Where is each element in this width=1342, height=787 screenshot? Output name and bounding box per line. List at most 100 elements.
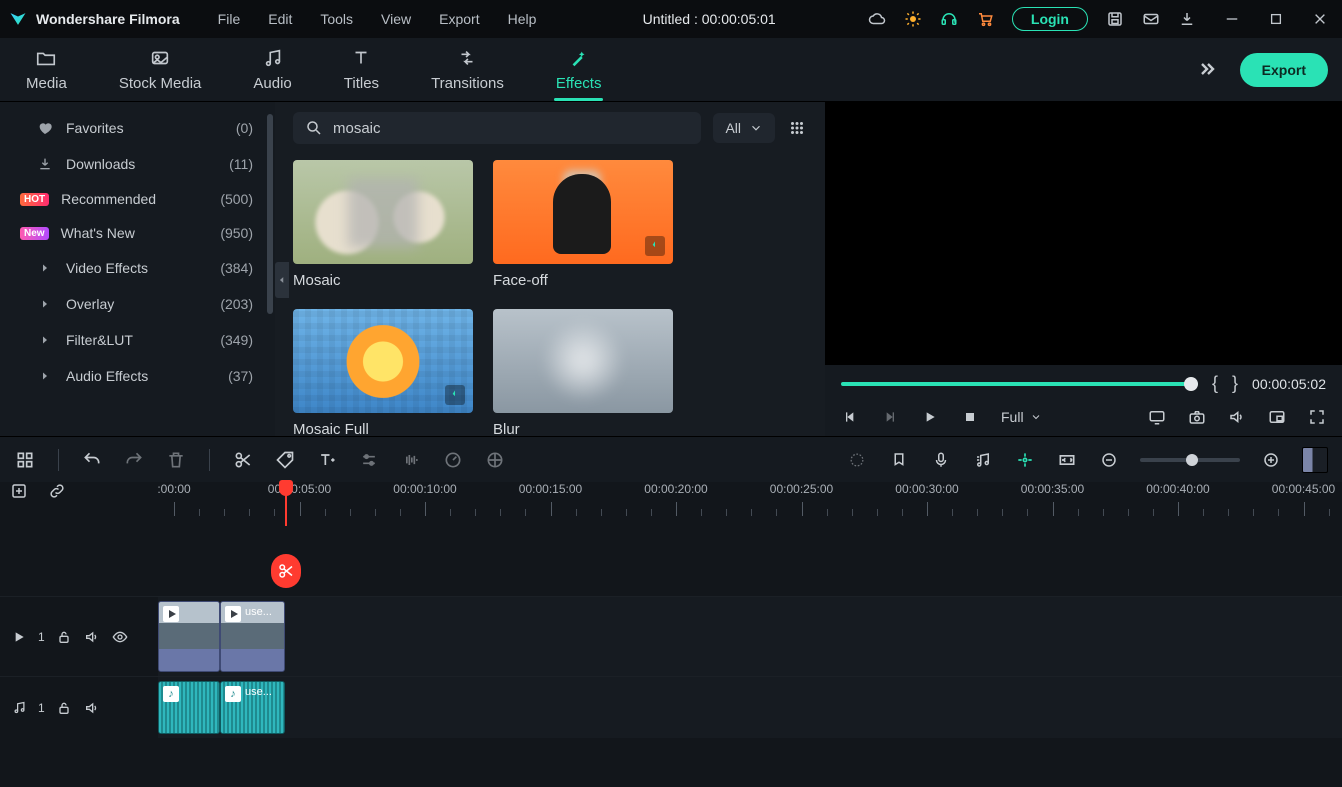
effect-card-mosaic-full[interactable]: Mosaic Full <box>293 309 473 436</box>
link-icon[interactable] <box>48 482 66 500</box>
fit-width-icon[interactable] <box>1056 449 1078 471</box>
zoom-knob[interactable] <box>1186 454 1198 466</box>
auto-reframe-icon[interactable] <box>1014 449 1036 471</box>
pip-icon[interactable] <box>1268 408 1286 426</box>
mail-icon[interactable] <box>1142 10 1160 28</box>
tab-transitions[interactable]: Transitions <box>405 38 530 101</box>
tab-audio[interactable]: Audio <box>227 38 317 101</box>
zoom-slider[interactable] <box>1140 458 1240 462</box>
video-track-body[interactable]: use... <box>158 597 1342 676</box>
undo-icon[interactable] <box>81 449 103 471</box>
zoom-in-icon[interactable] <box>1260 449 1282 471</box>
play-icon[interactable] <box>921 408 939 426</box>
layout-grid-icon[interactable] <box>14 449 36 471</box>
zoom-out-icon[interactable] <box>1098 449 1120 471</box>
effect-card-faceoff[interactable]: Face-off <box>493 160 673 289</box>
sidebar-item-overlay[interactable]: Overlay (203) <box>0 286 275 322</box>
menu-edit[interactable]: Edit <box>254 7 306 31</box>
export-button[interactable]: Export <box>1240 53 1328 87</box>
adjust-sliders-icon[interactable] <box>358 449 380 471</box>
volume-icon[interactable] <box>1228 408 1246 426</box>
cart-icon[interactable] <box>976 10 994 28</box>
scrub-knob[interactable] <box>1184 377 1198 391</box>
step-forward-icon[interactable] <box>881 408 899 426</box>
sidebar-item-favorites[interactable]: Favorites (0) <box>0 110 275 146</box>
split-bubble-icon[interactable] <box>271 554 301 588</box>
color-wheel-icon[interactable] <box>484 449 506 471</box>
filter-dropdown[interactable]: All <box>713 113 775 143</box>
window-maximize-icon[interactable] <box>1268 11 1284 27</box>
login-button[interactable]: Login <box>1012 7 1088 31</box>
tabs-more-icon[interactable] <box>1192 55 1222 85</box>
display-icon[interactable] <box>1148 408 1166 426</box>
audio-clip[interactable]: ♪ <box>158 681 220 734</box>
sidebar-item-filter-lut[interactable]: Filter&LUT (349) <box>0 322 275 358</box>
search-field[interactable] <box>293 112 701 144</box>
lock-icon[interactable] <box>55 628 73 646</box>
save-icon[interactable] <box>1106 10 1124 28</box>
support-headset-icon[interactable] <box>940 10 958 28</box>
preview-quality-dropdown[interactable]: Full <box>1001 409 1042 425</box>
speed-icon[interactable] <box>442 449 464 471</box>
redo-icon[interactable] <box>123 449 145 471</box>
tab-stock-media[interactable]: Stock Media <box>93 38 228 101</box>
sidebar-scrollbar[interactable] <box>267 114 273 314</box>
mark-in-icon[interactable]: { <box>1212 373 1218 394</box>
snapshot-camera-icon[interactable] <box>1188 408 1206 426</box>
visibility-eye-icon[interactable] <box>111 628 129 646</box>
download-badge-icon[interactable] <box>445 385 465 405</box>
sidebar-item-audio-effects[interactable]: Audio Effects (37) <box>0 358 275 394</box>
add-track-icon[interactable] <box>10 482 28 500</box>
tab-media[interactable]: Media <box>0 38 93 101</box>
sidebar-item-downloads[interactable]: Downloads (11) <box>0 146 275 182</box>
search-input[interactable] <box>333 120 689 137</box>
idea-icon[interactable] <box>904 10 922 28</box>
video-clip[interactable] <box>158 601 220 672</box>
menu-file[interactable]: File <box>204 7 255 31</box>
render-gear-icon[interactable] <box>846 449 868 471</box>
menu-export[interactable]: Export <box>425 7 493 31</box>
tag-icon[interactable] <box>274 449 296 471</box>
download-icon[interactable] <box>1178 10 1196 28</box>
marker-icon[interactable] <box>888 449 910 471</box>
audio-clip[interactable]: ♪use... <box>220 681 285 734</box>
menu-help[interactable]: Help <box>494 7 551 31</box>
window-close-icon[interactable] <box>1312 11 1328 27</box>
stop-icon[interactable] <box>961 408 979 426</box>
voiceover-mic-icon[interactable] <box>930 449 952 471</box>
mute-icon[interactable] <box>83 699 101 717</box>
scissors-icon[interactable] <box>232 449 254 471</box>
tab-titles[interactable]: Titles <box>318 38 405 101</box>
download-badge-icon[interactable] <box>645 236 665 256</box>
step-back-icon[interactable] <box>841 408 859 426</box>
menu-tools[interactable]: Tools <box>306 7 367 31</box>
tab-effects[interactable]: Effects <box>530 38 628 101</box>
preview-canvas[interactable] <box>825 102 1342 365</box>
time-ruler[interactable]: :00:0000:00:05:0000:00:10:0000:00:15:000… <box>158 482 1342 526</box>
ruler-tick <box>425 502 426 516</box>
view-grid-icon[interactable] <box>787 118 807 138</box>
add-text-icon[interactable] <box>316 449 338 471</box>
sidebar-item-count: (950) <box>220 225 253 241</box>
effect-card-blur[interactable]: Blur <box>493 309 673 436</box>
cloud-icon[interactable] <box>868 10 886 28</box>
menu-view[interactable]: View <box>367 7 425 31</box>
fullscreen-icon[interactable] <box>1308 408 1326 426</box>
mark-out-icon[interactable]: } <box>1232 373 1238 394</box>
panel-collapse-handle[interactable] <box>275 262 289 298</box>
video-clip[interactable]: use... <box>220 601 285 672</box>
audio-track-body[interactable]: ♪♪use... <box>158 677 1342 738</box>
window-minimize-icon[interactable] <box>1224 11 1240 27</box>
timeline-minimap[interactable] <box>1302 447 1328 473</box>
mute-icon[interactable] <box>83 628 101 646</box>
sidebar-item-recommended[interactable]: HOTRecommended (500) <box>0 182 275 216</box>
sidebar-item-video-effects[interactable]: Video Effects (384) <box>0 250 275 286</box>
effect-card-mosaic[interactable]: Mosaic <box>293 160 473 289</box>
playhead[interactable] <box>285 482 287 526</box>
sidebar-item-whats-new[interactable]: NewWhat's New (950) <box>0 216 275 250</box>
preview-scrubber[interactable] <box>841 382 1198 386</box>
lock-icon[interactable] <box>55 699 73 717</box>
trash-icon[interactable] <box>165 449 187 471</box>
audio-waveform-icon[interactable] <box>400 449 422 471</box>
audio-mixer-icon[interactable] <box>972 449 994 471</box>
